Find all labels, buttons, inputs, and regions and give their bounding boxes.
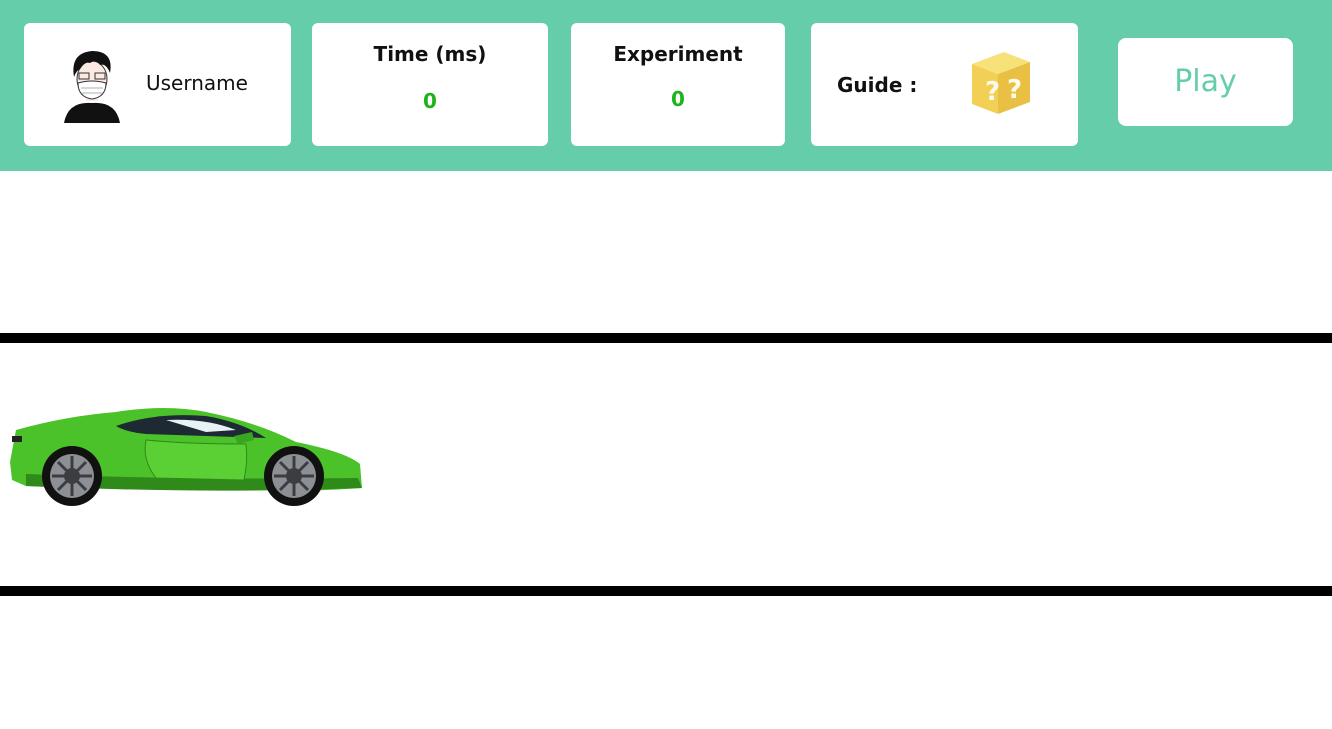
experiment-card: Experiment 0: [571, 23, 785, 146]
green-sports-car: [10, 408, 362, 506]
track-top-line: [0, 333, 1332, 343]
time-value: 0: [423, 89, 437, 113]
guide-label: Guide :: [837, 73, 918, 97]
user-avatar-icon: [61, 48, 123, 123]
play-button[interactable]: Play: [1118, 38, 1293, 126]
time-title: Time (ms): [373, 42, 487, 66]
svg-text:?: ?: [985, 77, 1000, 107]
track-bottom-line: [0, 586, 1332, 596]
mystery-box-icon[interactable]: ? ?: [966, 48, 1034, 118]
time-card: Time (ms) 0: [312, 23, 548, 146]
guide-card: Guide : ? ?: [811, 23, 1078, 146]
username-label: Username: [146, 71, 248, 95]
top-bar: Username Time (ms) 0 Experiment 0 Guide …: [0, 0, 1332, 171]
experiment-title: Experiment: [613, 42, 743, 66]
svg-text:?: ?: [1007, 75, 1022, 105]
user-card: Username: [24, 23, 291, 146]
experiment-value: 0: [671, 87, 685, 111]
